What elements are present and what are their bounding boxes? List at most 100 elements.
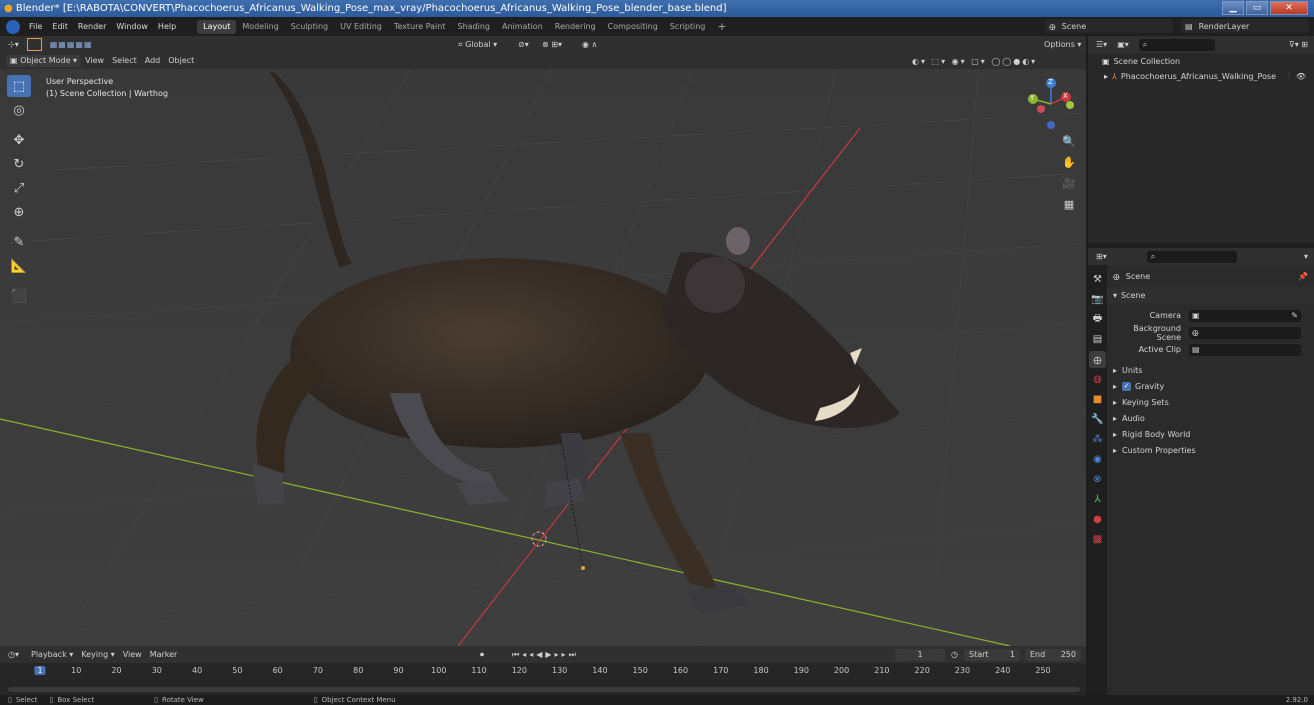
grid-view-icon[interactable]: ▦ [1060, 198, 1078, 214]
timeline-menu-view[interactable]: View [119, 649, 146, 661]
start-frame-field[interactable]: Start 1 [964, 648, 1020, 661]
keying-sets-section[interactable]: ▸ Keying Sets [1107, 394, 1314, 410]
maximize-button[interactable]: ▭ [1246, 1, 1268, 15]
transform-tool-icon[interactable]: ⊕ [7, 201, 31, 223]
output-tab-icon[interactable]: 🖶 [1089, 311, 1106, 328]
current-frame-marker[interactable]: 1 [34, 666, 46, 675]
outliner-search-input[interactable]: ⌕ [1138, 38, 1215, 51]
navigation-gizmo[interactable]: Z X Y [1024, 77, 1078, 131]
pan-hand-icon[interactable]: ✋ [1060, 156, 1078, 172]
rotate-tool-icon[interactable]: ↻ [7, 153, 31, 175]
proportional-edit-icon[interactable]: ◉ ∧ [582, 40, 597, 49]
background-scene-field[interactable]: 🜨 [1189, 326, 1301, 339]
gravity-section[interactable]: ▸ ✓ Gravity [1107, 378, 1314, 394]
scene-panel-header[interactable]: ▾ Scene [1107, 287, 1314, 303]
tab-texture-paint[interactable]: Texture Paint [388, 20, 452, 34]
expand-arrow-icon[interactable]: ▸ [1104, 72, 1108, 81]
playback-controls[interactable]: ⏮◂◂◀▶▸▸⏭ [512, 650, 579, 660]
menu-window[interactable]: Window [111, 22, 153, 31]
annotate-tool-icon[interactable]: ✎ [7, 231, 31, 253]
object-tab-icon[interactable]: ■ [1089, 391, 1106, 408]
outliner-editor-icon[interactable]: ☰▾ [1096, 40, 1107, 49]
selection-mode-icons[interactable]: ▦▦▦▦▦ [50, 40, 93, 49]
view-layer-tab-icon[interactable]: ▤ [1089, 331, 1106, 348]
select-box-tool-icon[interactable]: ⬚ [7, 75, 31, 97]
modifier-tab-icon[interactable]: 🔧 [1089, 411, 1106, 428]
3d-viewport[interactable]: ▣ Object Mode ▾ View Select Add Object ◐… [0, 53, 1086, 646]
restrict-icon[interactable]: ⫶ [1288, 71, 1290, 81]
tab-scripting[interactable]: Scripting [664, 20, 712, 34]
timeline-menu-keying[interactable]: Keying ▾ [77, 649, 118, 661]
particles-tab-icon[interactable]: ⁂ [1089, 431, 1106, 448]
cursor-tool-icon[interactable]: ◎ [7, 99, 31, 121]
record-button[interactable]: ⏺ [480, 650, 484, 660]
camera-view-icon[interactable]: 🎥 [1060, 177, 1078, 193]
move-tool-icon[interactable]: ✥ [7, 129, 31, 151]
tab-layout[interactable]: Layout [197, 19, 237, 34]
menu-file[interactable]: File [24, 22, 47, 31]
gravity-checkbox[interactable]: ✓ [1122, 381, 1132, 391]
tab-animation[interactable]: Animation [496, 20, 549, 34]
scene-tab-icon[interactable]: 🜨 [1089, 351, 1106, 368]
units-section[interactable]: ▸ Units [1107, 362, 1314, 378]
preview-range-icon[interactable]: ◷ [951, 650, 958, 659]
blender-menu-icon[interactable] [6, 19, 20, 34]
tab-modeling[interactable]: Modeling [236, 20, 284, 34]
timeline-scrollbar[interactable] [8, 687, 1080, 692]
tab-uv-editing[interactable]: UV Editing [334, 20, 388, 34]
view-layer-selector[interactable]: ▤ RenderLayer [1181, 19, 1309, 33]
properties-search-input[interactable]: ⌕ [1146, 250, 1237, 263]
rigid-body-world-section[interactable]: ▸ Rigid Body World [1107, 426, 1314, 442]
properties-options-icon[interactable]: ▾ [1304, 252, 1308, 261]
constraints-tab-icon[interactable]: ⊗ [1089, 471, 1106, 488]
audio-section[interactable]: ▸ Audio [1107, 410, 1314, 426]
world-tab-icon[interactable]: ◍ [1089, 371, 1106, 388]
viewport-menu-select[interactable]: Select [108, 55, 141, 67]
add-cube-tool-icon[interactable]: ⬛ [7, 285, 31, 307]
viewport-menu-object[interactable]: Object [164, 55, 198, 67]
mode-dropdown[interactable]: ▣ Object Mode ▾ [6, 55, 82, 67]
scene-selector[interactable]: 🜨 Scene [1045, 19, 1173, 33]
data-tab-icon[interactable]: ⅄ [1089, 491, 1106, 508]
menu-render[interactable]: Render [73, 22, 111, 31]
render-tab-icon[interactable]: 📷 [1089, 291, 1106, 308]
current-frame-field[interactable]: 1 [895, 648, 945, 661]
transform-orientation-dropdown[interactable]: ⌗ Global ▾ [458, 40, 497, 50]
pivot-icon[interactable]: ⊘▾ [518, 40, 529, 49]
tab-sculpting[interactable]: Sculpting [285, 20, 334, 34]
timeline-editor-icon[interactable]: ◷▾ [8, 650, 19, 659]
outliner-root-row[interactable]: ▣ Scene Collection [1088, 53, 1314, 69]
tab-rendering[interactable]: Rendering [549, 20, 602, 34]
eyedropper-icon[interactable]: ✎ [1291, 311, 1298, 320]
custom-properties-section[interactable]: ▸ Custom Properties [1107, 442, 1314, 458]
outliner-item-row[interactable]: ▸ ⅄ Phacochoerus_Africanus_Walking_Pose … [1088, 69, 1314, 83]
properties-editor-icon[interactable]: ⊞▾ [1096, 252, 1107, 261]
shading-buttons[interactable]: ◐▾ ⬚▾ ◉▾ ▢▾ ◯◯●◐▾ [912, 57, 1037, 66]
texture-tab-icon[interactable]: ▩ [1089, 531, 1106, 548]
snap-icon[interactable]: ⊗ ⊞▾ [542, 40, 562, 49]
zoom-icon[interactable]: 🔍 [1060, 135, 1078, 151]
timeline-menu-marker[interactable]: Marker [146, 649, 182, 661]
visibility-eye-icon[interactable]: 👁 [1296, 72, 1306, 81]
tab-shading[interactable]: Shading [451, 20, 496, 34]
tab-compositing[interactable]: Compositing [602, 20, 664, 34]
select-tool-icon[interactable] [26, 38, 42, 51]
menu-edit[interactable]: Edit [47, 22, 73, 31]
measure-tool-icon[interactable]: 📐 [7, 255, 31, 277]
close-button[interactable]: ✕ [1270, 1, 1308, 15]
display-mode-icon[interactable]: ▣▾ [1117, 40, 1129, 49]
options-dropdown[interactable]: Options ▾ [1040, 38, 1086, 51]
material-tab-icon[interactable]: ● [1089, 511, 1106, 528]
scale-tool-icon[interactable]: ⤢ [7, 177, 31, 199]
viewport-menu-view[interactable]: View [81, 55, 108, 67]
filter-icon[interactable]: ⊽▾ ⊞ [1289, 40, 1308, 49]
viewport-menu-add[interactable]: Add [141, 55, 165, 67]
minimize-button[interactable]: ▁ [1222, 1, 1244, 15]
menu-help[interactable]: Help [153, 22, 181, 31]
tool-tab-icon[interactable]: ⚒ [1089, 271, 1106, 288]
add-workspace-icon[interactable]: + [711, 20, 732, 34]
editor-type-icon[interactable]: ⊹▾ [8, 40, 19, 49]
timeline-menu-playback[interactable]: Playback ▾ [27, 649, 77, 661]
physics-tab-icon[interactable]: ◉ [1089, 451, 1106, 468]
end-frame-field[interactable]: End 250 [1025, 648, 1081, 661]
